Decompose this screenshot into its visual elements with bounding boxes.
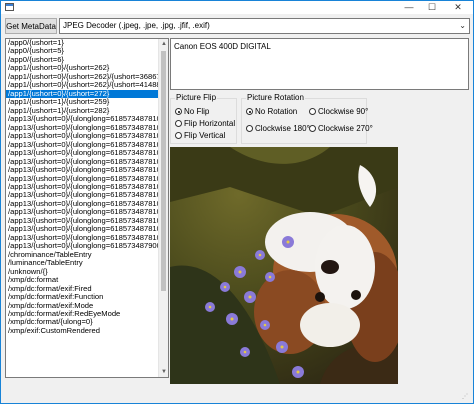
list-item[interactable]: /app13/{ushort=0}/{ulonglong=61857348781… <box>6 234 158 242</box>
app-icon <box>5 3 14 11</box>
radio-label: Flip Horizontal <box>184 119 236 128</box>
picture-rotation-group: Picture Rotation No Rotation Clockwise 9… <box>241 93 373 144</box>
decoder-select[interactable]: JPEG Decoder (.jpeg, .jpe, .jpg, .jfif, … <box>59 18 470 34</box>
list-item[interactable]: /app13/{ushort=0}/{ulonglong=61857348781… <box>6 225 158 233</box>
list-item[interactable]: /app13/{ushort=0}/{ulonglong=61857348790… <box>6 242 158 250</box>
list-item[interactable]: /app13/{ushort=0}/{ulonglong=61857348781… <box>6 208 158 216</box>
list-item[interactable]: /unknown/{} <box>6 268 158 276</box>
list-item[interactable]: /app1/{ushort=0}/{ushort=262}/{ushort=41… <box>6 81 158 89</box>
list-item[interactable]: /chrominance/TableEntry <box>6 251 158 259</box>
status-bar: ⋰ <box>1 391 473 403</box>
resize-grip-icon[interactable]: ⋰ <box>462 393 470 401</box>
radio-dot <box>246 125 253 132</box>
close-button[interactable]: ✕ <box>447 1 469 14</box>
radio-dot <box>175 120 182 127</box>
list-item[interactable]: /app0/{ushort=6} <box>6 56 158 64</box>
list-item[interactable]: /app13/{ushort=0}/{ulonglong=61857348781… <box>6 141 158 149</box>
radio-label: Clockwise 180° <box>255 124 310 133</box>
metadata-query-list[interactable]: /app0/{ushort=1}/app0/{ushort=5}/app0/{u… <box>5 38 169 378</box>
list-item[interactable]: /xmp/dc:format/exif:Mode <box>6 302 158 310</box>
radio-dot <box>175 108 182 115</box>
list-item[interactable]: /app13/{ushort=0}/{ulonglong=61857348781… <box>6 149 158 157</box>
metadata-value-text: Canon EOS 400D DIGITAL <box>174 42 271 51</box>
list-item[interactable]: /app1/{ushort=0}/{ushort=272} <box>6 89 158 99</box>
radio-label: Clockwise 90° <box>318 107 369 116</box>
radio-label: Clockwise 270° <box>318 124 373 133</box>
picture-flip-title: Picture Flip <box>175 93 218 102</box>
list-item[interactable]: /app13/{ushort=0}/{ulonglong=61857348781… <box>6 217 158 225</box>
radio-label: No Flip <box>184 107 210 116</box>
list-item[interactable]: /xmp/dc:format/exif:RedEyeMode <box>6 310 158 318</box>
list-item[interactable]: /app13/{ushort=0}/{ulonglong=61857348781… <box>6 191 158 199</box>
decoder-select-value: JPEG Decoder (.jpeg, .jpe, .jpg, .jfif, … <box>63 21 210 30</box>
list-item[interactable]: /xmp/dc:format <box>6 276 158 284</box>
list-item[interactable]: /xmp/dc:format/{ulong=0} <box>6 318 158 326</box>
list-vertical-scrollbar[interactable]: ▲ ▼ <box>158 39 168 377</box>
list-item[interactable]: /app1/{ushort=0}/{ushort=262} <box>6 64 158 72</box>
radio-dot <box>175 132 182 139</box>
list-item[interactable]: /app13/{ushort=0}/{ulonglong=61857348781… <box>6 115 158 123</box>
radio-flip-vertical[interactable]: Flip Vertical <box>175 131 225 140</box>
radio-flip-horizontal[interactable]: Flip Horizontal <box>175 119 235 128</box>
radio-clockwise-270[interactable]: Clockwise 270° <box>309 124 373 133</box>
scroll-down-arrow-icon[interactable]: ▼ <box>159 367 168 377</box>
radio-clockwise-180[interactable]: Clockwise 180° <box>246 124 310 133</box>
metadata-value-textbox[interactable]: Canon EOS 400D DIGITAL <box>170 38 469 90</box>
maximize-button[interactable]: ☐ <box>421 1 443 14</box>
radio-dot <box>246 108 253 115</box>
list-item[interactable]: /app13/{ushort=0}/{ulonglong=61857348781… <box>6 183 158 191</box>
radio-clockwise-90[interactable]: Clockwise 90° <box>309 107 368 116</box>
list-item[interactable]: /app0/{ushort=5} <box>6 47 158 55</box>
radio-label: Flip Vertical <box>184 131 226 140</box>
list-item[interactable]: /app0/{ushort=1} <box>6 39 158 47</box>
list-item[interactable]: /app1/{ushort=1}/{ushort=282} <box>6 107 158 115</box>
list-item[interactable]: /xmp/dc:format/exif:Function <box>6 293 158 301</box>
picture-rotation-title: Picture Rotation <box>246 93 305 102</box>
get-metadata-button[interactable]: Get MetaData <box>5 18 57 34</box>
list-item[interactable]: /app1/{ushort=0}/{ushort=262}/{ushort=36… <box>6 73 158 81</box>
radio-no-rotation[interactable]: No Rotation <box>246 107 297 116</box>
scroll-up-arrow-icon[interactable]: ▲ <box>159 39 168 49</box>
list-item[interactable]: /app1/{ushort=1}/{ushort=259} <box>6 98 158 106</box>
list-item[interactable]: /app13/{ushort=0}/{ulonglong=61857348781… <box>6 166 158 174</box>
list-item[interactable]: /app13/{ushort=0}/{ulonglong=61857348781… <box>6 175 158 183</box>
list-item[interactable]: /luminance/TableEntry <box>6 259 158 267</box>
list-item[interactable]: /app13/{ushort=0}/{ulonglong=61857348781… <box>6 200 158 208</box>
list-item[interactable]: /app13/{ushort=0}/{ulonglong=61857348781… <box>6 158 158 166</box>
dog-flower-photo <box>170 147 398 384</box>
metadata-query-items: /app0/{ushort=1}/app0/{ushort=5}/app0/{u… <box>6 39 158 377</box>
title-bar[interactable]: — ☐ ✕ <box>1 1 473 14</box>
picture-preview <box>170 147 398 384</box>
radio-dot <box>309 108 316 115</box>
list-item[interactable]: /xmp/exif:CustomRendered <box>6 327 158 335</box>
radio-no-flip[interactable]: No Flip <box>175 107 209 116</box>
list-item[interactable]: /app13/{ushort=0}/{ulonglong=61857348781… <box>6 124 158 132</box>
picture-flip-group: Picture Flip No Flip Flip Horizontal Fli… <box>170 93 237 144</box>
scrollbar-thumb[interactable] <box>161 51 166 291</box>
list-item[interactable]: /xmp/dc:format/exif:Fired <box>6 285 158 293</box>
minimize-button[interactable]: — <box>398 1 420 14</box>
app-window: — ☐ ✕ Get MetaData JPEG Decoder (.jpeg, … <box>0 0 474 404</box>
radio-dot <box>309 125 316 132</box>
radio-label: No Rotation <box>255 107 298 116</box>
chevron-down-icon: ⌄ <box>459 21 466 30</box>
list-item[interactable]: /app13/{ushort=0}/{ulonglong=61857348781… <box>6 132 158 140</box>
